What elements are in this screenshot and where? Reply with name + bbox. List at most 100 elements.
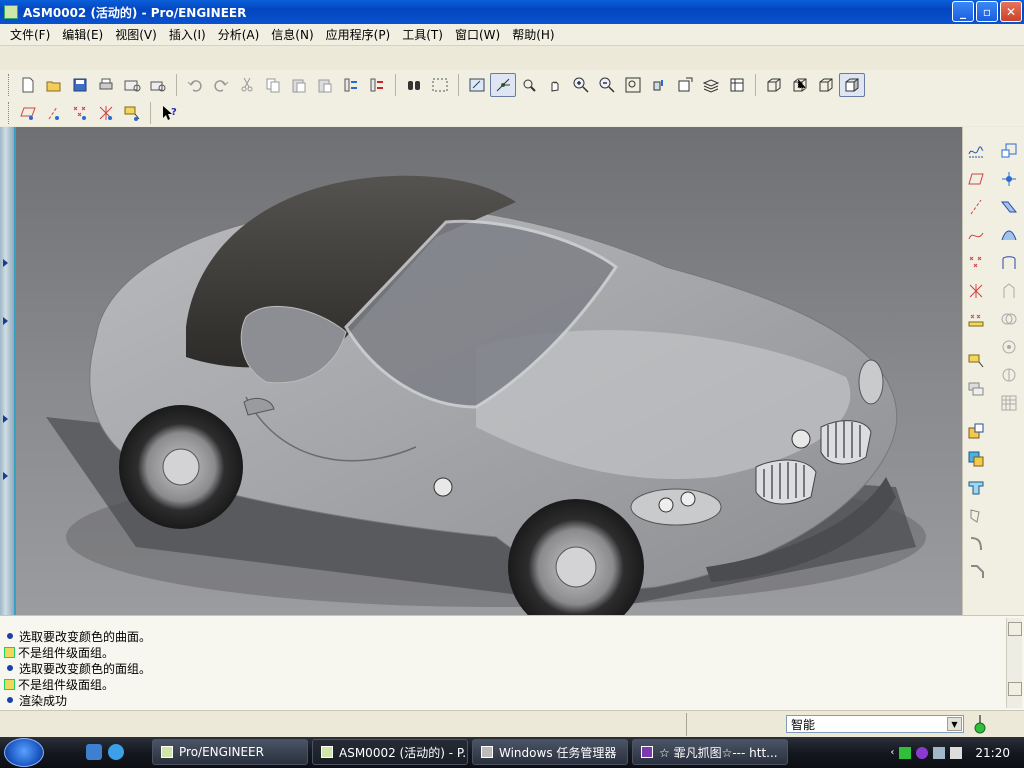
surface-icon[interactable] [997, 195, 1021, 219]
tray-screenshot-icon[interactable] [916, 746, 929, 759]
menu-tools[interactable]: 工具(T) [396, 24, 449, 45]
taskbar-item-proengineer[interactable]: Pro/ENGINEER [152, 739, 308, 765]
menu-info[interactable]: 信息(N) [265, 24, 319, 45]
tray-app-icon[interactable] [899, 746, 912, 759]
taskbar-item-asm0002[interactable]: ASM0002 (活动的) - P... [312, 739, 468, 765]
message-scrollbar[interactable] [1006, 618, 1022, 708]
saved-views-icon[interactable] [672, 73, 698, 97]
datum-point-icon[interactable] [964, 251, 988, 275]
cut-icon[interactable] [234, 73, 260, 97]
coord-sys-icon[interactable] [93, 101, 119, 125]
annotation-icon[interactable] [119, 101, 145, 125]
maximize-button[interactable]: ▫ [976, 1, 998, 22]
spin-center-icon[interactable] [490, 73, 516, 97]
undo-icon[interactable] [182, 73, 208, 97]
paste-special-icon[interactable] [312, 73, 338, 97]
curve-icon[interactable] [964, 223, 988, 247]
save-icon[interactable] [67, 73, 93, 97]
annotation-icon[interactable] [964, 349, 988, 373]
taskbar-item-task-manager[interactable]: Windows 任务管理器 [472, 739, 628, 765]
merge-icon[interactable] [997, 279, 1021, 303]
model-tree-collapsed-strip[interactable] [0, 127, 16, 615]
show-desktop-icon[interactable] [86, 744, 102, 760]
redo-icon[interactable] [208, 73, 234, 97]
taskbar-item-screenshot-tool[interactable]: ☆ 霏凡抓图☆--- htt... [632, 739, 788, 765]
extend-icon[interactable] [997, 363, 1021, 387]
reorient-icon[interactable] [646, 73, 672, 97]
sketch-curve-icon[interactable] [964, 139, 988, 163]
hidden-line-icon[interactable] [787, 73, 813, 97]
graphics-window[interactable] [16, 127, 962, 615]
email-icon[interactable] [119, 73, 145, 97]
select-box-icon[interactable] [427, 73, 453, 97]
context-help-icon[interactable]: ? [156, 101, 182, 125]
menu-analysis[interactable]: 分析(A) [212, 24, 266, 45]
layer-icon[interactable] [964, 377, 988, 401]
regen-manager-icon[interactable] [364, 73, 390, 97]
clock[interactable]: 21:20 [975, 746, 1010, 760]
datum-point-icon[interactable] [67, 101, 93, 125]
email-attach-icon[interactable] [145, 73, 171, 97]
datum-axis-icon[interactable] [41, 101, 67, 125]
zoom-in-icon[interactable] [568, 73, 594, 97]
create-component-icon[interactable] [997, 139, 1021, 163]
close-button[interactable]: ✕ [1000, 1, 1022, 22]
chevron-down-icon[interactable]: ▼ [947, 717, 962, 731]
create-part-icon[interactable] [964, 447, 988, 471]
scroll-down-button[interactable] [1008, 682, 1022, 696]
find-icon[interactable] [401, 73, 427, 97]
expand-arrow-icon[interactable] [3, 317, 8, 325]
open-icon[interactable] [41, 73, 67, 97]
start-button[interactable] [4, 738, 44, 767]
shading-icon[interactable] [839, 73, 865, 97]
coord-sys-icon[interactable] [964, 279, 988, 303]
copy-geom-icon[interactable] [997, 335, 1021, 359]
network-icon[interactable] [933, 746, 946, 759]
chamfer-icon[interactable] [964, 559, 988, 583]
print-icon[interactable] [93, 73, 119, 97]
new-icon[interactable] [15, 73, 41, 97]
zoom-out-icon[interactable] [594, 73, 620, 97]
no-hidden-icon[interactable] [813, 73, 839, 97]
offset-icon[interactable] [997, 391, 1021, 415]
layers-icon[interactable] [698, 73, 724, 97]
menu-applications[interactable]: 应用程序(P) [320, 24, 397, 45]
round-icon[interactable] [964, 531, 988, 555]
refit-icon[interactable] [620, 73, 646, 97]
thicken-icon[interactable] [964, 503, 988, 527]
paste-icon[interactable] [286, 73, 312, 97]
trim-icon[interactable] [997, 251, 1021, 275]
view-manager-icon[interactable] [724, 73, 750, 97]
expand-arrow-icon[interactable] [3, 472, 8, 480]
tray-expand-icon[interactable]: ‹ [890, 747, 894, 758]
expand-arrow-icon[interactable] [3, 259, 8, 267]
blend-icon[interactable] [997, 223, 1021, 247]
minimize-button[interactable]: _ [952, 1, 974, 22]
menu-edit[interactable]: 编辑(E) [56, 24, 109, 45]
selection-filter-select[interactable]: 智能 ▼ [786, 715, 964, 733]
menu-insert[interactable]: 插入(I) [163, 24, 212, 45]
title-bar[interactable]: ASM0002 (活动的) - Pro/ENGINEER _ ▫ ✕ [0, 0, 1024, 24]
point-offset-icon[interactable] [964, 307, 988, 331]
wireframe-icon[interactable] [761, 73, 787, 97]
toolbar-grip[interactable] [8, 74, 11, 96]
pan-icon[interactable] [542, 73, 568, 97]
menu-file[interactable]: 文件(F) [4, 24, 56, 45]
datum-plane-icon[interactable] [15, 101, 41, 125]
intersect-icon[interactable] [997, 307, 1021, 331]
volume-icon[interactable] [950, 746, 963, 759]
expand-arrow-icon[interactable] [3, 415, 8, 423]
datum-axis-icon[interactable] [964, 195, 988, 219]
copy-icon[interactable] [260, 73, 286, 97]
solidify-icon[interactable] [964, 475, 988, 499]
datum-plane-icon[interactable] [964, 167, 988, 191]
scroll-up-button[interactable] [1008, 622, 1022, 636]
menu-view[interactable]: 视图(V) [109, 24, 163, 45]
menu-help[interactable]: 帮助(H) [506, 24, 560, 45]
menu-window[interactable]: 窗口(W) [449, 24, 506, 45]
repaint-icon[interactable] [464, 73, 490, 97]
assemble-icon[interactable] [964, 419, 988, 443]
toolbar-grip[interactable] [8, 102, 11, 124]
pattern-icon[interactable] [997, 167, 1021, 191]
orient-mode-icon[interactable] [516, 73, 542, 97]
